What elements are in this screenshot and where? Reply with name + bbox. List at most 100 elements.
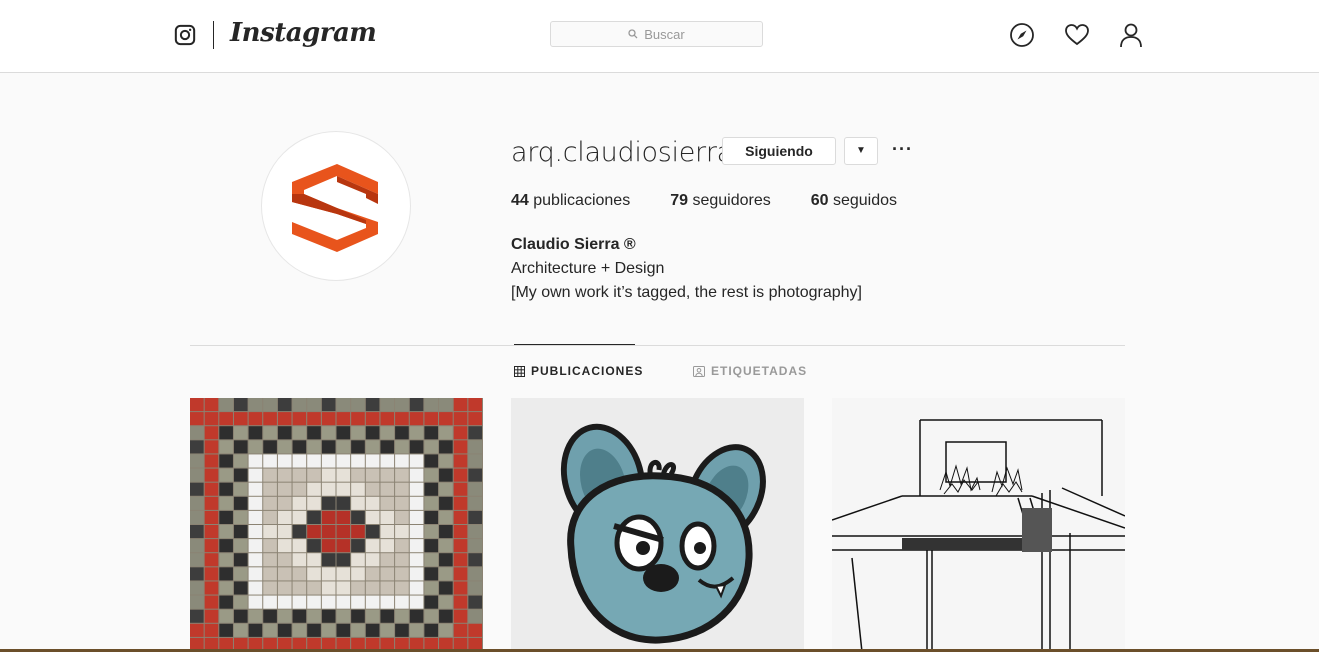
mosaic-tile (307, 510, 321, 524)
mosaic-tile (307, 609, 321, 623)
mosaic-tile (365, 525, 380, 539)
stat-posts-label: publicaciones (533, 192, 631, 209)
mosaic-tile (468, 398, 482, 412)
mosaic-tile (204, 623, 219, 637)
mosaic-tile (395, 412, 409, 426)
mosaic-tile (395, 468, 409, 482)
mosaic-tile (277, 539, 292, 553)
mosaic-tile (248, 623, 263, 637)
stat-following[interactable]: 60 seguidos (811, 192, 897, 210)
mosaic-tile (351, 581, 365, 595)
mosaic-tile (292, 510, 307, 524)
mosaic-tile (204, 482, 219, 496)
mosaic-tile (219, 539, 233, 553)
compass-explore-icon[interactable] (1009, 22, 1035, 48)
mosaic-tile (321, 440, 336, 454)
mosaic-tile (190, 454, 204, 468)
mosaic-tile (453, 510, 468, 524)
mosaic-tile (365, 567, 380, 581)
mosaic-tile (453, 539, 468, 553)
mosaic-tile (263, 623, 277, 637)
profile-avatar[interactable] (261, 131, 411, 281)
mosaic-tile (336, 496, 351, 510)
instagram-camera-icon[interactable] (174, 24, 196, 46)
post-thumbnail-mosaic[interactable] (190, 398, 483, 652)
mosaic-tile (277, 398, 292, 412)
mosaic-tile (424, 468, 439, 482)
more-options-button[interactable]: ··· (892, 139, 913, 160)
mosaic-tile (321, 581, 336, 595)
mosaic-tile (307, 426, 321, 440)
tagged-person-icon (693, 365, 705, 377)
mosaic-tile (424, 595, 439, 609)
mosaic-tile (204, 454, 219, 468)
mosaic-tile (204, 440, 219, 454)
mosaic-tile (453, 454, 468, 468)
suggestions-dropdown-button[interactable]: ▼ (844, 137, 878, 165)
mosaic-tile (307, 482, 321, 496)
heart-activity-icon[interactable] (1064, 22, 1090, 48)
mosaic-tile (292, 468, 307, 482)
mosaic-tile (395, 553, 409, 567)
mosaic-tile (248, 412, 263, 426)
mosaic-tile (380, 525, 395, 539)
mosaic-tile (263, 440, 277, 454)
mosaic-tile (409, 426, 424, 440)
profile-bio: Claudio Sierra ® Architecture + Design [… (511, 233, 862, 305)
mosaic-tile (468, 468, 482, 482)
mosaic-tile (277, 567, 292, 581)
mosaic-tile (395, 510, 409, 524)
mosaic-tile (307, 553, 321, 567)
mosaic-tile (424, 398, 439, 412)
mosaic-tile (409, 398, 424, 412)
mosaic-tile (336, 510, 351, 524)
mosaic-tile (190, 468, 204, 482)
mosaic-tile (219, 482, 233, 496)
mosaic-tile (395, 581, 409, 595)
architectural-sketch-image (832, 398, 1125, 652)
mosaic-tile (277, 468, 292, 482)
mosaic-tile (351, 595, 365, 609)
mosaic-tile (468, 482, 482, 496)
mosaic-tile (292, 440, 307, 454)
tab-posts[interactable]: PUBLICACIONES (514, 364, 643, 378)
mosaic-tile (190, 567, 204, 581)
mosaic-tile (365, 412, 380, 426)
mosaic-tile (233, 510, 248, 524)
mosaic-tile (365, 623, 380, 637)
mosaic-tile (292, 426, 307, 440)
mosaic-tile (351, 440, 365, 454)
mosaic-tile (321, 595, 336, 609)
stat-following-count: 60 (810, 192, 829, 209)
mosaic-tile (321, 510, 336, 524)
mosaic-tile (468, 553, 482, 567)
mosaic-tile (263, 595, 277, 609)
post-thumbnail-sketch[interactable] (832, 398, 1125, 652)
search-input[interactable]: Buscar (550, 21, 763, 47)
mosaic-tile (263, 553, 277, 567)
mosaic-tile (219, 426, 233, 440)
mosaic-tile (307, 581, 321, 595)
stat-followers[interactable]: 79 seguidores (670, 192, 771, 210)
mosaic-tile (453, 553, 468, 567)
profile-user-icon[interactable] (1118, 22, 1144, 48)
mosaic-tile (292, 595, 307, 609)
mosaic-tile (409, 595, 424, 609)
post-thumbnail-mouse[interactable] (511, 398, 804, 652)
mosaic-tile (292, 623, 307, 637)
mosaic-tile (336, 623, 351, 637)
mosaic-tile (336, 468, 351, 482)
instagram-wordmark[interactable]: Instagram (230, 18, 377, 48)
tab-tagged[interactable]: ETIQUETADAS (693, 364, 807, 378)
mosaic-tile (277, 623, 292, 637)
mosaic-tile (365, 553, 380, 567)
mosaic-tile (336, 482, 351, 496)
mosaic-tile (395, 482, 409, 496)
mosaic-tile (219, 496, 233, 510)
mosaic-tile (439, 525, 453, 539)
mosaic-tile (233, 595, 248, 609)
mosaic-tile (395, 609, 409, 623)
mosaic-tile (277, 482, 292, 496)
following-button[interactable]: Siguiendo (722, 137, 836, 165)
stat-posts[interactable]: 44 publicaciones (511, 192, 630, 210)
